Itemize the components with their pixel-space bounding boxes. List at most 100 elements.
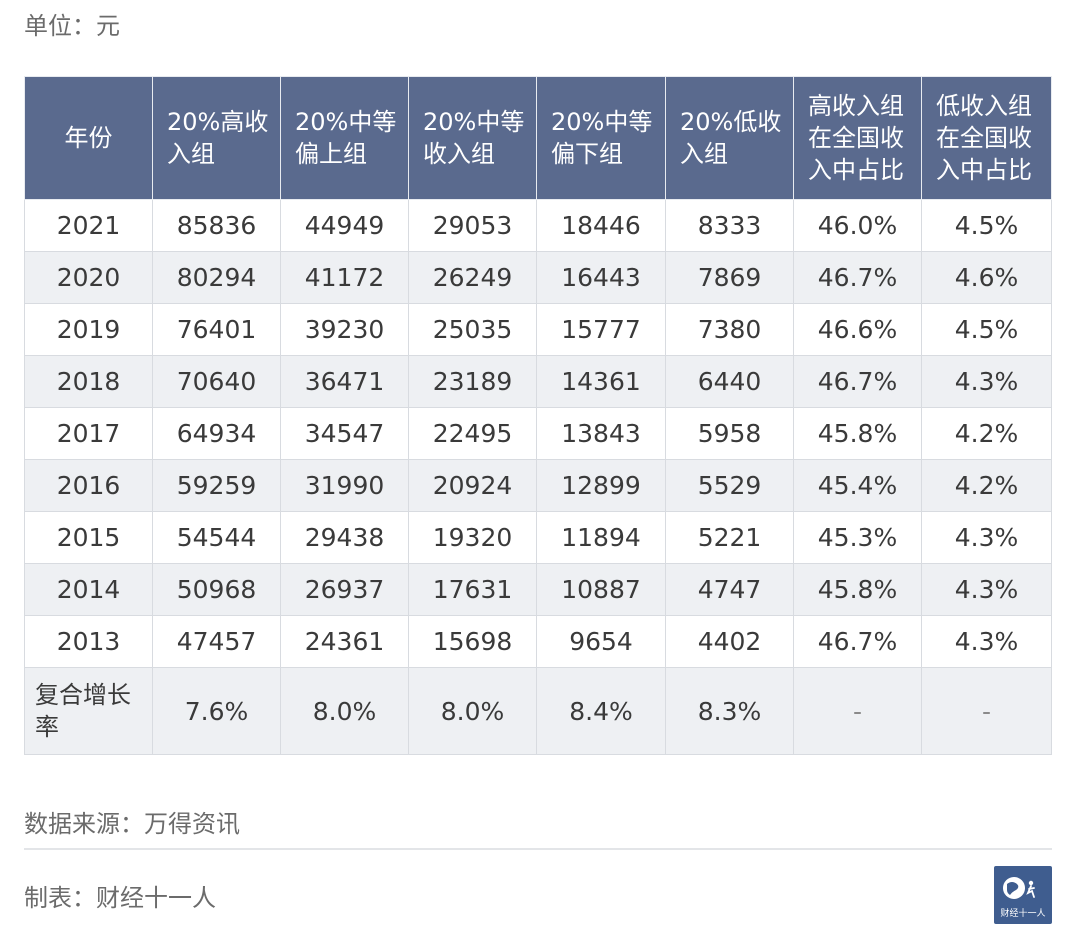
brand-logo: 财经十一人 (994, 866, 1052, 924)
table-cell: 45.8% (793, 407, 922, 460)
header-line: 入中占比 (808, 156, 904, 184)
table-row: 2015 54544 29438 19320 11894 5221 45.3% 4.3% (24, 511, 1052, 564)
cagr-cell: 8.3% (665, 667, 794, 755)
table-cell: 4.3% (921, 563, 1052, 616)
header-cell: 20%中等收入组 (408, 76, 537, 200)
cagr-cell: 8.4% (536, 667, 666, 755)
table-header-row: 年份 20%高收 入组 20%中等 偏上组 20%中等 收入组 20%中等 偏下组 20… (24, 76, 1052, 200)
table-cell: 4.2% (921, 459, 1052, 512)
year-cell: 2018 (24, 355, 153, 408)
header-cell: 低收入组在全国收入中占比 (921, 76, 1052, 200)
header-cell: 20%低收 入组 (665, 76, 794, 200)
header-line: 偏下组 (551, 140, 623, 168)
table-cell: 76401 (152, 303, 281, 356)
table-row: 2018 70640 36471 23189 14361 6440 46.7% 4.3% (24, 355, 1052, 408)
table-cell: 44949 (280, 199, 409, 252)
table-row: 2016 59259 31990 20924 12899 5529 45.4% 4.2% (24, 459, 1052, 512)
table-cell: 23189 (408, 355, 537, 408)
header-line: 20%中等 (295, 108, 397, 136)
table-cell: 15777 (536, 303, 666, 356)
header-line: 低收入组 (936, 92, 1032, 120)
table-cell: 20924 (408, 459, 537, 512)
table-cell: 4.3% (921, 355, 1052, 408)
table-cell: 54544 (152, 511, 281, 564)
table-cell: 5529 (665, 459, 794, 512)
header-line: 20%高收 (167, 108, 269, 136)
table-cell: 46.6% (793, 303, 922, 356)
header-cell: 20%中等 偏下组 (536, 76, 666, 200)
year-cell: 2019 (24, 303, 153, 356)
table-cell: 15698 (408, 615, 537, 668)
table-cell: 16443 (536, 251, 666, 304)
table-cell: 39230 (280, 303, 409, 356)
divider (24, 848, 1052, 850)
table-cell: 7869 (665, 251, 794, 304)
header-line: 收入组 (423, 140, 495, 168)
table-cell: 10887 (536, 563, 666, 616)
table-cell: 19320 (408, 511, 537, 564)
globe-icon: 财经十一人 (1000, 877, 1046, 919)
table-cell: 70640 (152, 355, 281, 408)
table-cell: 14361 (536, 355, 666, 408)
cagr-cell: - (921, 667, 1052, 755)
cagr-label: 复合增长率 (24, 667, 153, 755)
table-cell: 9654 (536, 615, 666, 668)
cagr-label-line: 率 (35, 713, 59, 741)
table-cell: 46.7% (793, 355, 922, 408)
table-cell: 13843 (536, 407, 666, 460)
table-cell: 59259 (152, 459, 281, 512)
table-row: 2013 47457 24361 15698 9654 4402 46.7% 4.3% (24, 615, 1052, 668)
table-cell: 45.3% (793, 511, 922, 564)
header-line: 20%中等 (423, 108, 525, 136)
cagr-cell: 8.0% (408, 667, 537, 755)
year-cell: 2014 (24, 563, 153, 616)
source-label: 数据来源：万得资讯 (24, 810, 240, 838)
maker-label: 制表：财经十一人 (24, 884, 216, 912)
table-cell: 36471 (280, 355, 409, 408)
header-cell: 20%中等偏上组 (280, 76, 409, 200)
table-cell: 46.0% (793, 199, 922, 252)
header-cell: 20%高收 入组 (152, 76, 281, 200)
header-line: 在全国收 (936, 124, 1032, 152)
cagr-cell: - (793, 667, 922, 755)
table-cell: 4.3% (921, 615, 1052, 668)
table-cell: 64934 (152, 407, 281, 460)
table-row: 2017 64934 34547 22495 13843 5958 45.8% 4.2% (24, 407, 1052, 460)
table-row: 2020 80294 41172 26249 16443 7869 46.7% 4.6% (24, 251, 1052, 304)
header-line: 高收入组 (808, 92, 904, 120)
table-cell: 45.8% (793, 563, 922, 616)
table-cell: 41172 (280, 251, 409, 304)
table-cell: 47457 (152, 615, 281, 668)
table-cell: 6440 (665, 355, 794, 408)
table-cell: 46.7% (793, 615, 922, 668)
table-cell: 4.5% (921, 199, 1052, 252)
table-cell: 29053 (408, 199, 537, 252)
table-row: 2019 76401 39230 25035 15777 7380 46.6% 4.5% (24, 303, 1052, 356)
table-cell: 26249 (408, 251, 537, 304)
header-cell: 年份 (24, 76, 153, 200)
table-cell: 29438 (280, 511, 409, 564)
year-cell: 2015 (24, 511, 153, 564)
income-table: 年份 20%高收 入组 20%中等 偏上组 20%中等 收入组 20%中等 偏下组 20… (24, 76, 1052, 755)
year-cell: 2016 (24, 459, 153, 512)
table-cell: 4.6% (921, 251, 1052, 304)
table-cell: 18446 (536, 199, 666, 252)
table-cell: 80294 (152, 251, 281, 304)
header-line: 在全国收 (808, 124, 904, 152)
header-cell: 高收入组在全国收入中占比 (793, 76, 922, 200)
header-line: 20%低收 (680, 108, 782, 136)
table-cell: 45.4% (793, 459, 922, 512)
cagr-row: 复合增长率 7.6% 8.0% 8.0% 8.4% 8.3% - - (24, 667, 1052, 755)
table-cell: 4.5% (921, 303, 1052, 356)
table-cell: 24361 (280, 615, 409, 668)
unit-label: 单位：元 (24, 12, 120, 40)
header-line: 入中占比 (936, 156, 1032, 184)
year-cell: 2021 (24, 199, 153, 252)
table-cell: 25035 (408, 303, 537, 356)
header-line: 年份 (64, 124, 113, 152)
table-cell: 85836 (152, 199, 281, 252)
table-cell: 4.2% (921, 407, 1052, 460)
header-line: 偏上组 (295, 140, 367, 168)
table-cell: 17631 (408, 563, 537, 616)
table-cell: 11894 (536, 511, 666, 564)
